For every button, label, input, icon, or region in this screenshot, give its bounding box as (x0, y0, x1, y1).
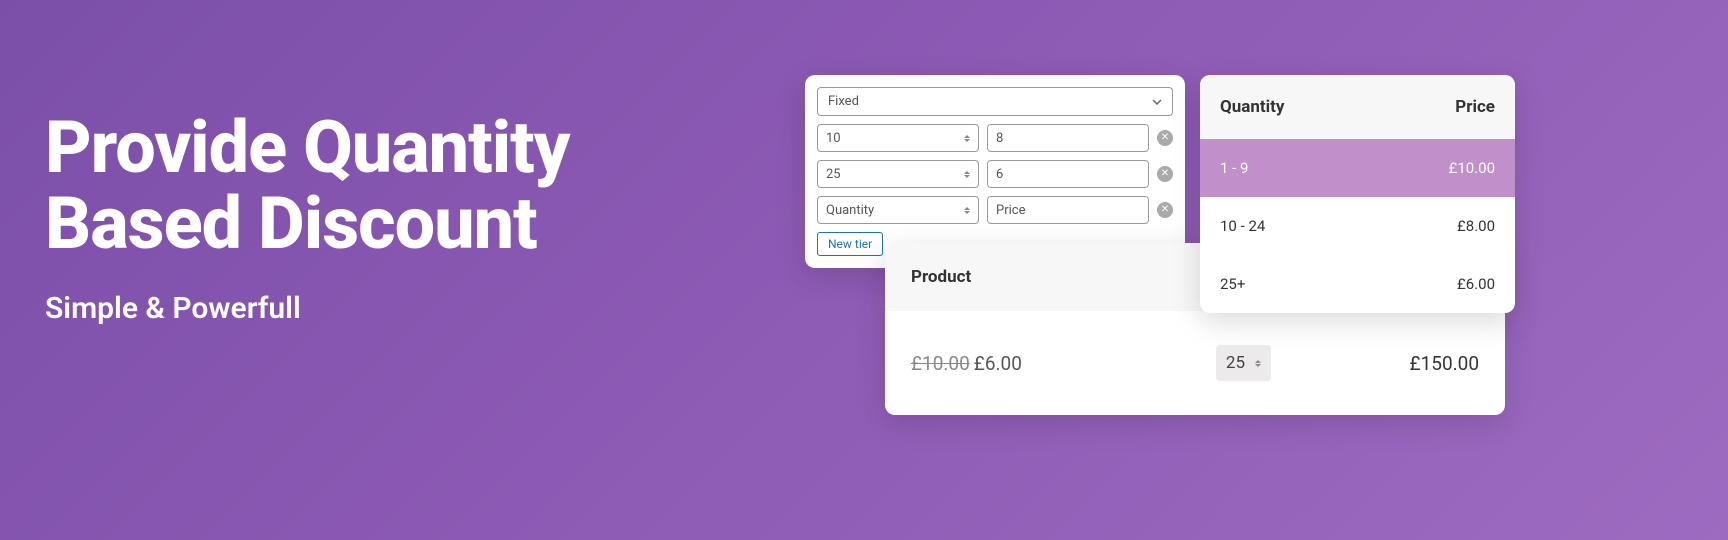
tier-range: 25+ (1220, 275, 1245, 293)
tier-qty-input[interactable]: Quantity (817, 196, 979, 224)
hero-title-line1: Provide Quantity (45, 110, 570, 186)
new-price: £6.00 (974, 352, 1022, 375)
tier-price-input[interactable]: 6 (987, 160, 1149, 188)
stepper-icon[interactable] (964, 135, 970, 142)
stepper-icon[interactable] (964, 171, 970, 178)
cart-row: £10.00£6.00 25 £150.00 (885, 311, 1505, 415)
price-tier-row[interactable]: 1 - 9 £10.00 (1200, 139, 1515, 197)
tier-row: 10 8 ✕ (817, 124, 1173, 152)
tier-price-input[interactable]: 8 (987, 124, 1149, 152)
hero-title: Provide Quantity Based Discount (45, 110, 570, 261)
tier-price: £10.00 (1449, 159, 1495, 177)
stepper-icon[interactable] (964, 207, 970, 214)
discount-type-select[interactable]: Fixed (817, 87, 1173, 116)
tier-qty-input[interactable]: 25 (817, 160, 979, 188)
cart-total: £150.00 (1271, 352, 1479, 375)
price-tier-row[interactable]: 25+ £6.00 (1200, 255, 1515, 313)
stepper-icon[interactable] (1255, 360, 1261, 367)
discount-type-value: Fixed (828, 94, 859, 109)
tier-range: 10 - 24 (1220, 217, 1265, 235)
quantity-stepper[interactable]: 25 (1216, 345, 1271, 381)
tier-range: 1 - 9 (1220, 159, 1248, 177)
pt-header-price: Price (1455, 97, 1495, 117)
new-tier-button[interactable]: New tier (817, 232, 883, 256)
tier-price: £6.00 (1457, 275, 1495, 293)
chevron-down-icon (1152, 94, 1162, 109)
tier-price: £8.00 (1457, 217, 1495, 235)
pt-header-qty: Quantity (1220, 97, 1284, 117)
price-table-header: Quantity Price (1200, 75, 1515, 139)
old-price: £10.00 (911, 352, 970, 375)
tier-row: Quantity Price ✕ (817, 196, 1173, 224)
price-tier-row[interactable]: 10 - 24 £8.00 (1200, 197, 1515, 255)
tier-row: 25 6 ✕ (817, 160, 1173, 188)
remove-tier-icon[interactable]: ✕ (1157, 202, 1173, 218)
price-table-card: Quantity Price 1 - 9 £10.00 10 - 24 £8.0… (1200, 75, 1515, 313)
cart-header-product: Product (911, 267, 1151, 287)
cart-unit-price: £10.00£6.00 (911, 352, 1151, 375)
qty-value: 25 (1226, 353, 1245, 373)
tier-qty-input[interactable]: 10 (817, 124, 979, 152)
hero-title-line2: Based Discount (45, 186, 570, 262)
tier-price-input[interactable]: Price (987, 196, 1149, 224)
remove-tier-icon[interactable]: ✕ (1157, 130, 1173, 146)
hero-subtitle: Simple & Powerfull (45, 291, 570, 326)
settings-card: Fixed 10 8 ✕ 25 6 ✕ Quantity Price (805, 75, 1185, 268)
remove-tier-icon[interactable]: ✕ (1157, 166, 1173, 182)
